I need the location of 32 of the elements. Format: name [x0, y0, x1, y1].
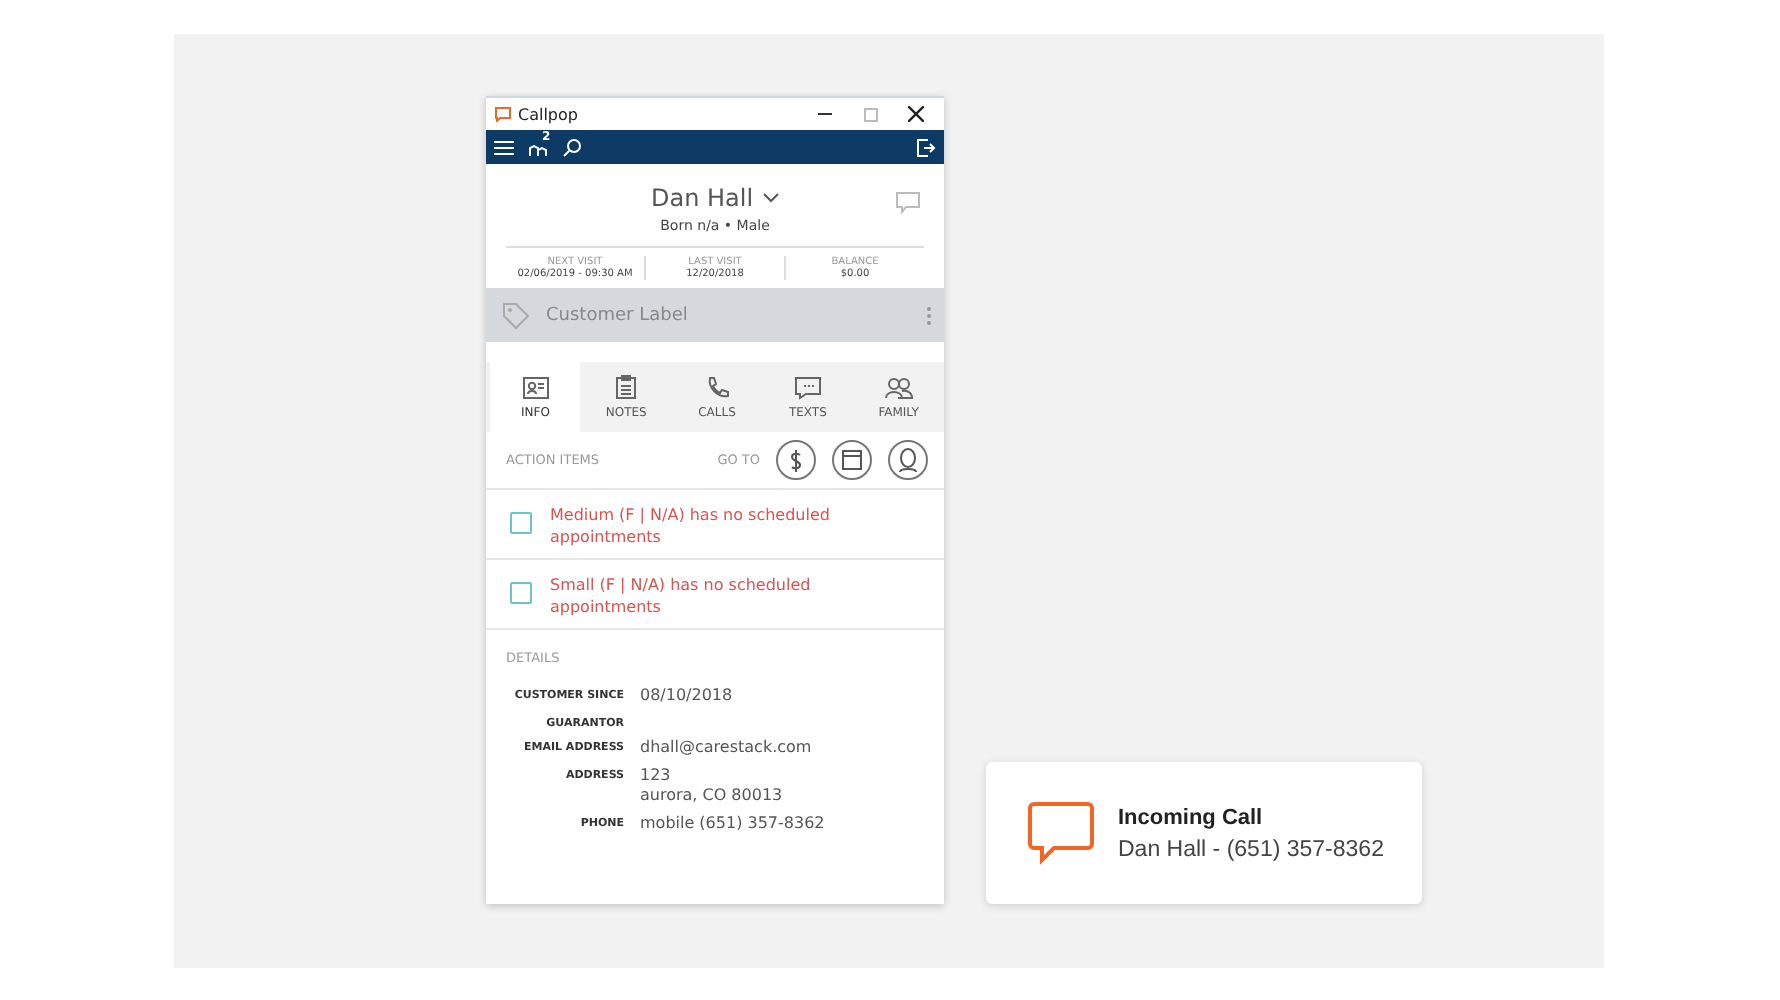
close-icon[interactable] [908, 106, 924, 122]
message-icon [793, 375, 822, 399]
field-value: mobile (651) 357-8362 [640, 814, 827, 834]
phone-icon [705, 375, 730, 399]
checkbox[interactable] [510, 582, 532, 604]
patient-name[interactable]: Dan Hall [650, 184, 754, 212]
menu-icon[interactable] [494, 139, 514, 155]
field-value: dhall@carestack.com [640, 738, 814, 758]
minimize-icon[interactable] [817, 112, 831, 116]
action-item-text: Small (F | N/A) has no scheduled appointments [550, 574, 813, 618]
action-item-text: Medium (F | N/A) has no scheduled appointments [550, 504, 832, 548]
calendar-button[interactable] [832, 440, 872, 480]
person-icon [898, 448, 918, 472]
exit-icon[interactable] [916, 137, 936, 157]
chevron-down-icon[interactable] [761, 192, 780, 204]
notification-title: Incoming Call [1118, 805, 1265, 829]
tag-icon [502, 301, 530, 329]
clipboard-icon [614, 374, 639, 400]
field-value: 08/10/2018 [640, 686, 735, 706]
customer-label-placeholder: Customer Label [546, 305, 690, 325]
notification-message: Dan Hall - (651) 357-8362 [1118, 837, 1384, 861]
chat-bubble-icon [494, 106, 512, 122]
window-title: Callpop [518, 105, 580, 123]
billing-button[interactable] [776, 440, 816, 480]
search-icon[interactable] [562, 137, 582, 157]
profile-button[interactable] [888, 440, 928, 480]
id-card-icon [521, 375, 550, 399]
calendar-icon [842, 450, 862, 470]
field-value: 123 aurora, CO 80013 [640, 766, 785, 806]
checkbox[interactable] [510, 512, 532, 534]
dollar-icon [790, 449, 802, 471]
chat-bubble-icon [1026, 797, 1098, 869]
